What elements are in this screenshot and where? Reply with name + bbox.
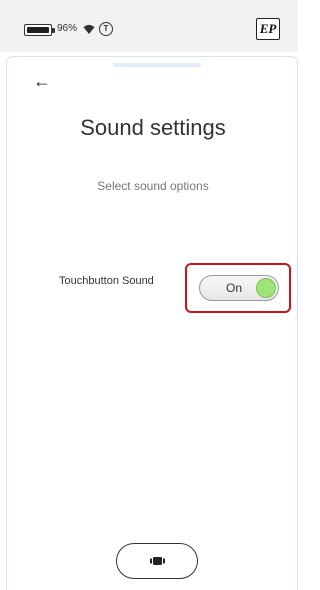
settings-card: ← Sound settings Select sound options To… [6, 56, 298, 590]
drag-handle[interactable] [113, 63, 201, 67]
touchbutton-sound-toggle[interactable]: On [199, 275, 279, 301]
wifi-icon [83, 24, 95, 34]
t-circle-icon: T [99, 22, 113, 36]
toggle-knob [256, 278, 276, 298]
back-arrow-icon[interactable]: ← [33, 71, 53, 91]
ep-logo: EP [256, 18, 280, 40]
touchbutton-sound-row: Touchbutton Sound On [7, 263, 299, 313]
touchbutton-sound-label: Touchbutton Sound [59, 275, 154, 287]
battery-percent: 96% [57, 23, 78, 34]
robot-icon [150, 557, 165, 565]
toggle-state-label: On [226, 281, 243, 295]
battery-icon [24, 24, 55, 36]
page-subtitle: Select sound options [97, 179, 209, 193]
status-bar: 96% T EP [0, 0, 298, 52]
home-button[interactable] [116, 543, 198, 579]
page-title: Sound settings [80, 115, 226, 140]
